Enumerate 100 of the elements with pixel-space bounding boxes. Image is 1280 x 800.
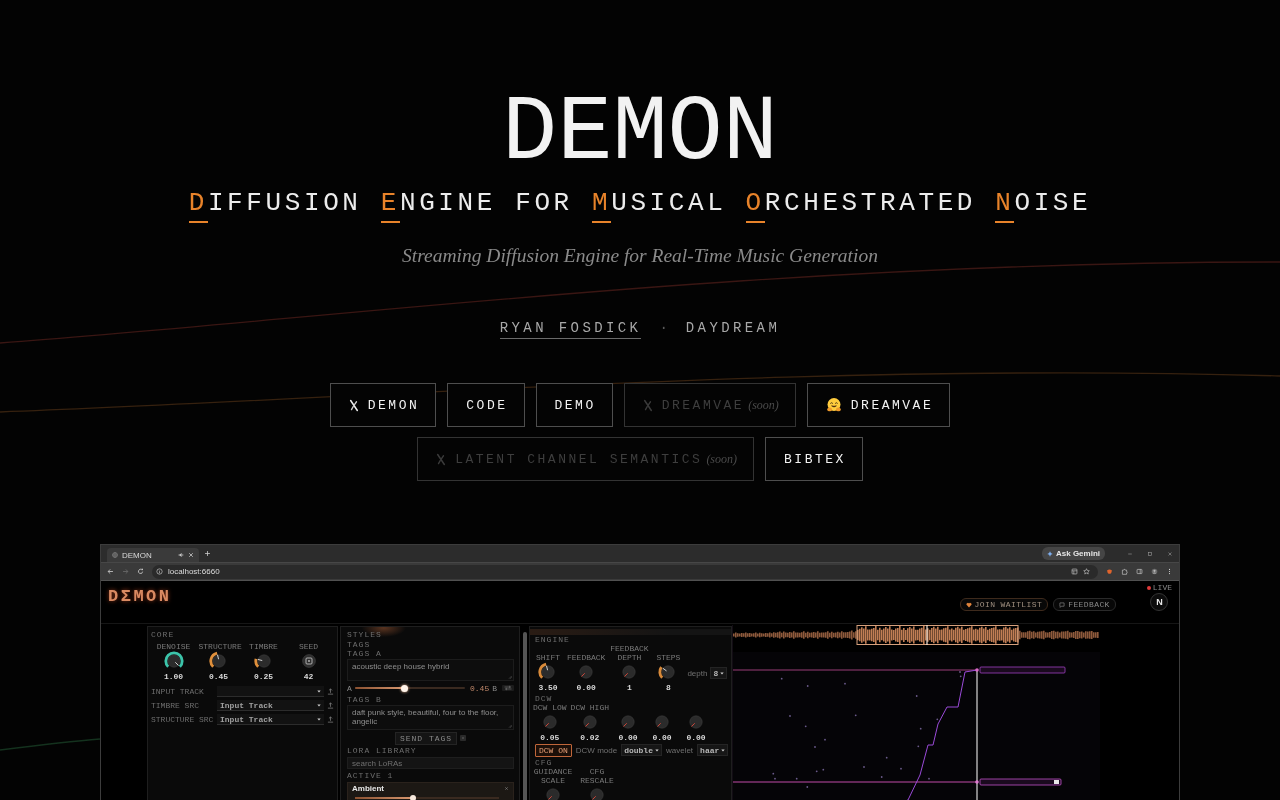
slider-reading: 0.45 — [470, 683, 490, 693]
curve-point[interactable] — [975, 668, 979, 672]
knob-value: 0.00 — [618, 733, 638, 742]
slider-end-label: A — [347, 683, 352, 693]
dcw-toggle-button[interactable]: DCW ON — [535, 743, 572, 757]
window-grid-icon[interactable] — [1071, 568, 1078, 575]
knob-value: 0.25 — [253, 672, 274, 681]
depth-select[interactable]: 8 — [710, 667, 728, 679]
mode-select[interactable]: double — [621, 744, 662, 756]
knob[interactable] — [253, 651, 274, 671]
caret-icon — [721, 748, 726, 752]
send-tags-button[interactable]: SEND TAGS — [394, 731, 458, 745]
knob-value: 1.00 — [163, 672, 184, 681]
select-label: TIMBRE SRC — [151, 701, 200, 710]
ask-button[interactable]: Ask Gemini — [1042, 547, 1105, 560]
scatter-dot — [919, 727, 922, 730]
knob-label: CFG RESCALE — [579, 767, 615, 785]
link-button[interactable]: CODE — [447, 383, 525, 427]
select-field[interactable] — [217, 686, 324, 697]
section-label: CFG — [535, 758, 553, 767]
knob-label: FEEDBACK — [567, 653, 606, 662]
plus-icon[interactable] — [204, 550, 211, 557]
page-title: DEMON — [501, 88, 778, 180]
field-label: TAGS B — [347, 695, 382, 704]
close-icon[interactable] — [1167, 550, 1173, 557]
header-pill-button[interactable]: JOIN WAITLIST — [959, 598, 1049, 611]
reload-icon[interactable] — [137, 568, 144, 575]
heart-icon — [965, 601, 972, 608]
hugging-emoji-icon — [825, 397, 842, 413]
scatter-dot — [822, 768, 825, 771]
link-button[interactable]: DREAMVAE — [806, 383, 951, 427]
scatter-dot — [780, 677, 783, 680]
caret-icon — [317, 703, 321, 707]
upload-icon[interactable] — [327, 702, 334, 709]
panel-title: CORE — [151, 630, 175, 639]
caret-icon — [720, 671, 725, 675]
link-button[interactable]: DEMON — [329, 383, 437, 427]
scatter-dot — [917, 745, 920, 748]
upload-icon[interactable] — [327, 688, 334, 695]
knob-label: SEED — [298, 642, 319, 651]
live-dot-icon — [1146, 585, 1151, 590]
knob-label: STEPS — [656, 653, 681, 662]
knob[interactable] — [208, 651, 229, 671]
knob-value: 42 — [303, 672, 314, 681]
link-button[interactable]: BIBTEX — [765, 437, 863, 481]
x-strokes-icon — [436, 452, 447, 466]
slider-thumb[interactable] — [400, 684, 408, 692]
select-label: STRUCTURE SRC — [151, 715, 214, 724]
knob-label: SHIFT — [536, 653, 560, 662]
header-pill-button[interactable]: FEEDBACK — [1053, 598, 1116, 611]
wavelet-select[interactable]: haar — [697, 744, 729, 756]
knob-value: 1 — [627, 683, 632, 692]
scrollbar[interactable] — [523, 632, 527, 800]
author-link[interactable]: RYAN FOSDICK — [499, 318, 642, 339]
playhead-line[interactable] — [926, 625, 928, 645]
link-button[interactable]: DEMO — [535, 383, 613, 427]
restore-icon[interactable] — [1147, 550, 1153, 557]
scatter-dot — [804, 725, 807, 728]
sparkle-icon — [1047, 550, 1053, 557]
profile-avatar-icon[interactable] — [1151, 568, 1158, 575]
slider-thumb[interactable] — [409, 795, 416, 800]
scatter-dot — [795, 777, 798, 780]
select-field[interactable]: Input Track — [217, 714, 324, 725]
knob-value: 3.50 — [538, 683, 558, 692]
knob-value: 0.02 — [580, 733, 600, 742]
curve-point[interactable] — [975, 780, 979, 784]
back-icon[interactable] — [107, 568, 114, 575]
author-separator: · — [659, 319, 668, 338]
swap-arrows-icon[interactable] — [502, 685, 514, 691]
avatar-button[interactable]: N — [1150, 593, 1169, 611]
extension-badge-icon[interactable] — [1106, 568, 1113, 575]
x-strokes-icon — [642, 398, 653, 412]
selection-highlight[interactable] — [856, 625, 1019, 645]
close-icon[interactable] — [504, 786, 509, 791]
knob-label: GUIDANCE SCALE — [533, 767, 573, 785]
knob-value: 0.45 — [208, 672, 229, 681]
kebab-menu-icon[interactable] — [1166, 568, 1173, 575]
lora-search-field[interactable]: search LoRAs — [347, 757, 514, 769]
speaker-icon[interactable] — [178, 552, 184, 558]
tags-text-field[interactable]: daft punk style, beautiful, four to the floor, angelic — [347, 705, 514, 730]
scatter-dot — [959, 675, 962, 678]
scatter-dot — [936, 718, 939, 721]
side-panel-icon[interactable] — [1136, 568, 1143, 575]
tagline: Streaming Diffusion Engine for Real-Time Music Generation — [402, 244, 878, 268]
upload-icon[interactable] — [327, 716, 334, 723]
tags-text-field[interactable]: acoustic deep house hybrid — [347, 659, 514, 681]
select-field[interactable]: Input Track — [217, 700, 324, 711]
panel-title: STYLES — [347, 630, 382, 639]
address-field[interactable]: localhost:6660 — [152, 564, 1098, 579]
slider-end-label: B — [492, 683, 497, 693]
knob[interactable] — [538, 662, 558, 682]
knob-value: 0.00 — [576, 683, 596, 692]
info-icon[interactable] — [156, 568, 163, 575]
live-label: LIVE — [1152, 583, 1172, 592]
scatter-dot — [815, 770, 818, 773]
field-label: TAGS A — [347, 649, 382, 658]
puzzle-icon[interactable] — [1121, 568, 1128, 575]
browser-tab[interactable]: DEMON — [107, 548, 199, 562]
knob-label: TIMBRE — [249, 642, 278, 651]
star-icon[interactable] — [1083, 568, 1090, 575]
